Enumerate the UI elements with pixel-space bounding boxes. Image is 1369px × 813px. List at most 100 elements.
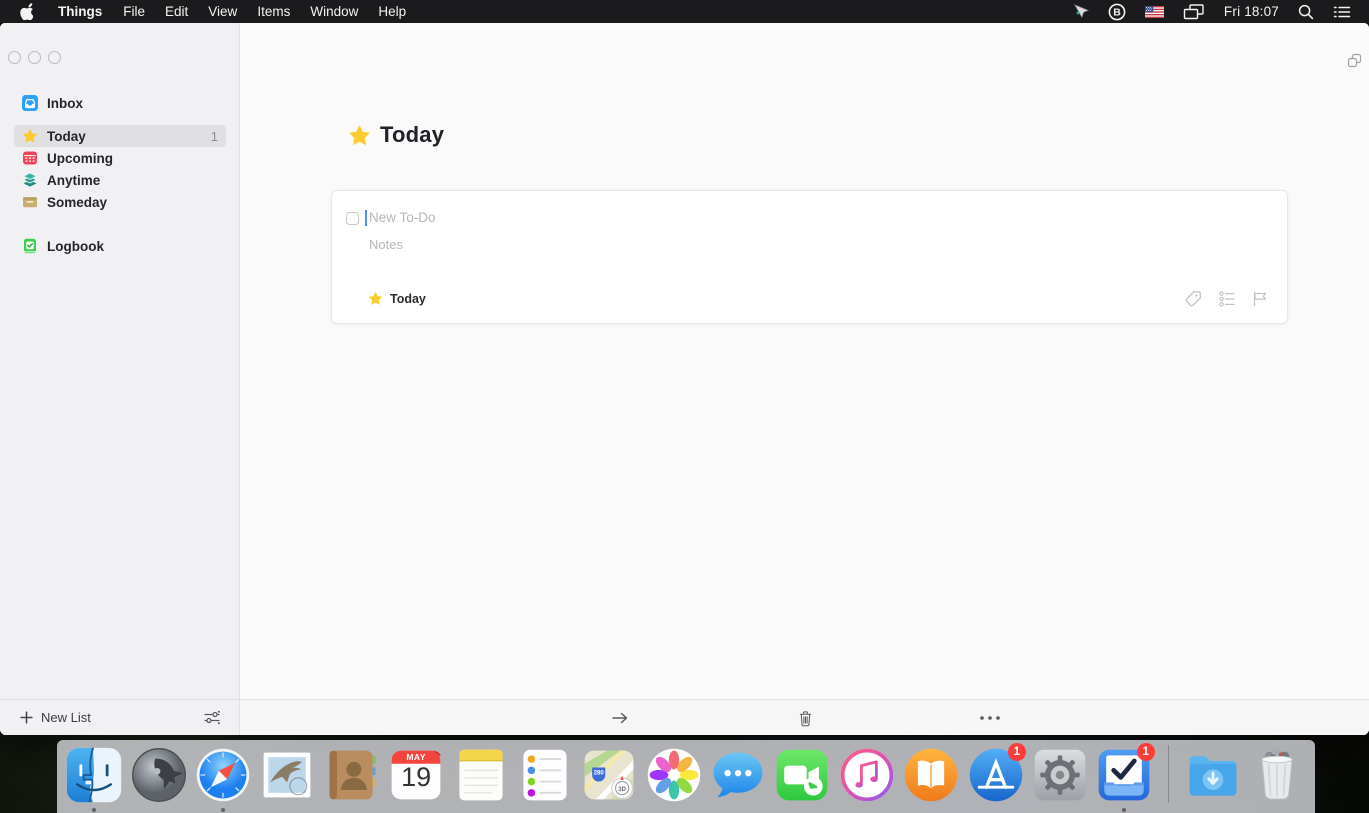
- star-icon: [22, 128, 38, 144]
- logbook-icon: [22, 238, 38, 254]
- page-title: Today: [380, 122, 444, 148]
- calendar-month-label: MAY: [384, 752, 448, 762]
- dock-icon-notes[interactable]: [448, 745, 512, 809]
- tag-button[interactable]: [1184, 289, 1203, 308]
- dock-icon-finder[interactable]: [62, 745, 126, 809]
- dock-icon-calendar[interactable]: MAY 19: [384, 745, 448, 809]
- itunes-icon: [837, 745, 897, 805]
- todo-title-input[interactable]: New To-Do: [369, 210, 436, 225]
- facetime-icon: [772, 745, 832, 805]
- minimize-button[interactable]: [28, 51, 41, 64]
- finder-icon: [64, 745, 124, 805]
- trash-icon: [796, 709, 815, 728]
- system-preferences-icon: [1030, 745, 1090, 805]
- notes-icon: [451, 745, 511, 805]
- things-badge: 1: [1137, 743, 1155, 761]
- dock-icon-ibooks[interactable]: [899, 745, 963, 809]
- flag-icon: [1251, 290, 1269, 308]
- flag-button[interactable]: [1251, 290, 1269, 308]
- list-settings-button[interactable]: [203, 710, 221, 725]
- downloads-folder-icon: [1183, 745, 1243, 805]
- dock-icon-things[interactable]: 1: [1092, 745, 1156, 809]
- dock-icon-system-preferences[interactable]: [1028, 745, 1092, 809]
- sidebar-item-inbox[interactable]: Inbox: [0, 92, 240, 114]
- bottom-toolbar: [240, 699, 1369, 735]
- sidebar-item-someday[interactable]: Someday: [0, 191, 240, 213]
- plus-icon: [20, 711, 33, 724]
- todo-notes-input[interactable]: Notes: [369, 237, 403, 252]
- move-button[interactable]: [600, 700, 640, 735]
- tag-icon: [1184, 289, 1203, 308]
- spotlight-search-icon[interactable]: [1292, 0, 1320, 23]
- dock-icon-reminders[interactable]: [513, 745, 577, 809]
- new-list-label: New List: [41, 710, 91, 725]
- new-list-button[interactable]: New List: [0, 710, 91, 725]
- us-flag-icon[interactable]: [1139, 0, 1170, 23]
- sidebar-item-anytime[interactable]: Anytime: [0, 169, 240, 191]
- overlapping-windows-icon[interactable]: [1346, 52, 1363, 74]
- menu-window[interactable]: Window: [300, 0, 368, 23]
- dock-icon-facetime[interactable]: [770, 745, 834, 809]
- sidebar-list: Inbox Today 1 Upcoming: [0, 92, 240, 257]
- notification-center-icon[interactable]: [1327, 0, 1357, 23]
- menu-items[interactable]: Items: [247, 0, 300, 23]
- star-icon: [368, 291, 383, 306]
- todo-checkbox[interactable]: [346, 212, 359, 225]
- delete-button[interactable]: [785, 700, 825, 735]
- checklist-icon: [1218, 290, 1236, 308]
- dock-icon-launchpad[interactable]: [126, 745, 190, 809]
- trash-full-icon: [1247, 745, 1307, 805]
- text-caret: [365, 210, 367, 226]
- svg-text:B: B: [1113, 6, 1121, 18]
- more-icon: [979, 715, 1001, 721]
- dock-separator: [1157, 745, 1181, 809]
- displays-icon[interactable]: [1177, 0, 1211, 23]
- sidebar-item-upcoming[interactable]: Upcoming: [0, 147, 240, 169]
- when-label: Today: [390, 292, 426, 306]
- dock-icon-photos[interactable]: [642, 745, 706, 809]
- messages-icon: [708, 745, 768, 805]
- sidebar-item-label: Inbox: [47, 96, 83, 111]
- reminders-icon: [515, 745, 575, 805]
- dock-icon-trash[interactable]: [1245, 745, 1309, 809]
- menu-edit[interactable]: Edit: [155, 0, 198, 23]
- sidebar-item-label: Upcoming: [47, 151, 113, 166]
- menu-help[interactable]: Help: [368, 0, 416, 23]
- main-content: Today New To-Do Notes Today: [240, 23, 1369, 735]
- page-header: Today: [348, 122, 444, 148]
- zoom-button[interactable]: [48, 51, 61, 64]
- dock-icon-app-store[interactable]: 1: [963, 745, 1027, 809]
- running-indicator: [221, 808, 225, 812]
- pointer-icon[interactable]: [1066, 0, 1095, 23]
- close-button[interactable]: [8, 51, 21, 64]
- running-indicator: [92, 808, 96, 812]
- sidebar-item-today[interactable]: Today 1: [14, 125, 226, 147]
- contacts-icon: [322, 745, 382, 805]
- menu-clock[interactable]: Fri 18:07: [1218, 4, 1285, 19]
- sidebar-item-logbook[interactable]: Logbook: [0, 235, 240, 257]
- b-circle-icon[interactable]: B: [1102, 0, 1132, 23]
- dock-icon-mail[interactable]: [255, 745, 319, 809]
- sidebar-footer: New List: [0, 699, 239, 735]
- dock-icon-contacts[interactable]: [320, 745, 384, 809]
- dock-icon-safari[interactable]: [191, 745, 255, 809]
- dock-icon-maps[interactable]: 280 3D: [577, 745, 641, 809]
- menu-app-name[interactable]: Things: [47, 0, 113, 23]
- apple-menu[interactable]: [0, 0, 47, 23]
- calendar-day-label: 19: [384, 762, 448, 793]
- svg-text:280: 280: [594, 770, 605, 777]
- dock-icon-itunes[interactable]: [835, 745, 899, 809]
- running-indicator: [1122, 808, 1126, 812]
- more-button[interactable]: [970, 700, 1010, 735]
- dock-icon-downloads[interactable]: [1181, 745, 1245, 809]
- sliders-icon: [203, 710, 221, 725]
- checklist-button[interactable]: [1218, 290, 1236, 308]
- when-chip[interactable]: Today: [368, 291, 426, 306]
- menu-view[interactable]: View: [198, 0, 247, 23]
- new-todo-card[interactable]: New To-Do Notes Today: [331, 190, 1288, 324]
- dock-icon-messages[interactable]: [706, 745, 770, 809]
- menu-file[interactable]: File: [113, 0, 155, 23]
- window-controls: [8, 51, 61, 64]
- app-store-badge: 1: [1008, 743, 1026, 761]
- sidebar-item-label: Today: [47, 129, 86, 144]
